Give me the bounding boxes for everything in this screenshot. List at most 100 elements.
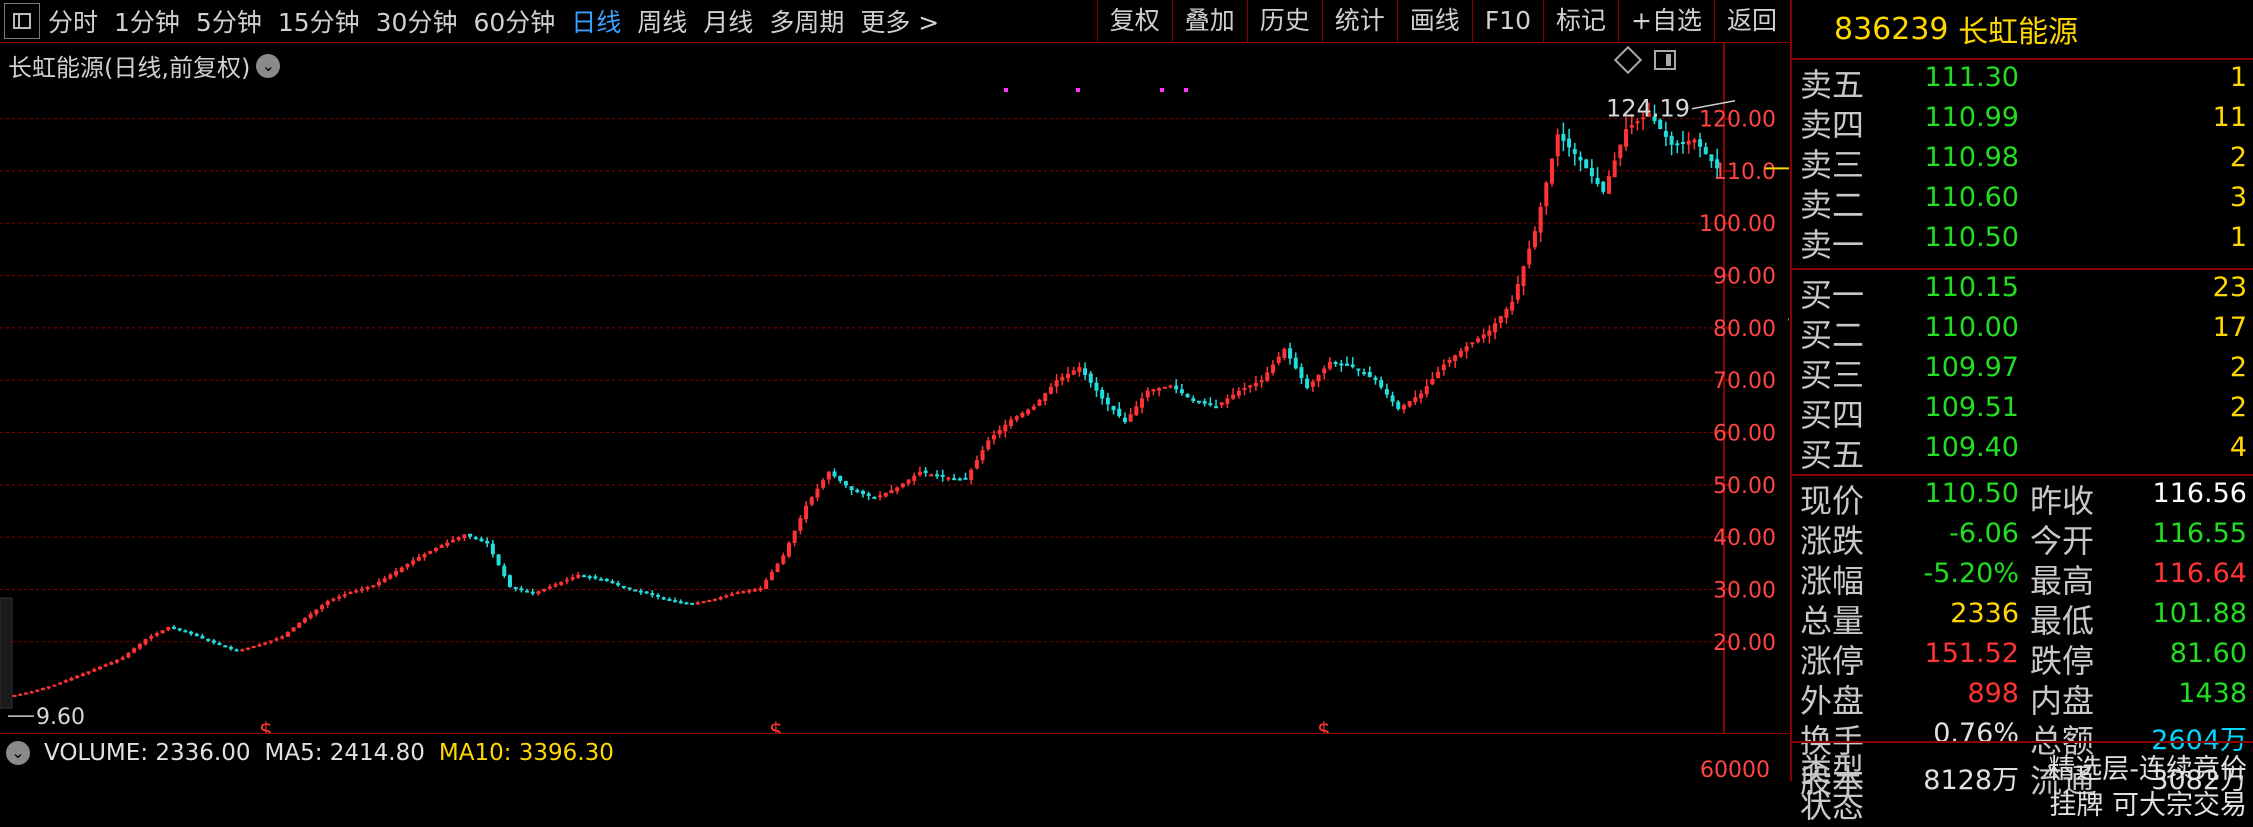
candle-body — [41, 688, 46, 691]
volume-axis-label: 60000 — [1700, 758, 1770, 783]
order-book-row[interactable]: 买二 110.00 17 — [1792, 312, 2253, 354]
kline-chart[interactable]: 20.00 30.00 40.00 50.00 60.00 70.00 80.00 90.00… — [0, 42, 1789, 733]
period-tab[interactable]: 30分钟 — [368, 3, 466, 39]
event-dot — [1076, 88, 1080, 92]
order-price: 110.60 — [1924, 182, 2019, 213]
candle-body — [952, 478, 957, 481]
order-book-row[interactable]: 卖三 110.98 2 — [1792, 142, 2253, 184]
candle-body — [445, 542, 450, 546]
candle-body — [730, 593, 735, 596]
dividend-marker: $ — [769, 719, 783, 733]
candle-body — [1430, 378, 1435, 385]
volume-ma5: MA5: 2414.80 — [264, 740, 425, 766]
candle-body — [1447, 359, 1452, 363]
candle-body — [599, 578, 604, 581]
candle-body — [1048, 386, 1053, 394]
tool-button[interactable]: 画线 — [1396, 0, 1472, 42]
period-tab[interactable]: 60分钟 — [465, 3, 563, 39]
candle-body — [1424, 386, 1429, 395]
tool-button[interactable]: 叠加 — [1171, 0, 1247, 42]
candle-body — [1367, 371, 1372, 377]
candle-body — [1191, 398, 1196, 402]
period-tab[interactable]: 多周期 — [761, 3, 852, 39]
stat-row: 外盘 898 内盘 1438 — [1792, 678, 2253, 720]
candle-body — [616, 583, 621, 586]
period-tab[interactable]: 月线 — [695, 3, 761, 39]
candle-body — [1310, 381, 1315, 387]
order-book-row[interactable]: 买一 110.15 23 — [1792, 272, 2253, 314]
candle-body — [1584, 159, 1589, 169]
period-tab[interactable]: 分时 — [40, 3, 106, 39]
order-price: 111.30 — [1924, 62, 2019, 93]
candle-body — [1225, 398, 1230, 404]
candle-body — [656, 594, 661, 597]
candle-body — [1117, 408, 1122, 417]
period-tab[interactable]: 更多 > — [852, 3, 947, 39]
candle-body — [826, 471, 831, 480]
candle-body — [1214, 406, 1219, 409]
candle-body — [883, 492, 888, 497]
candle-body — [1265, 372, 1270, 382]
candle-body — [263, 642, 268, 645]
candle-body — [1510, 301, 1515, 311]
candle-body — [1407, 401, 1412, 407]
candle-body — [274, 638, 279, 641]
period-tab[interactable]: 日线 — [563, 3, 629, 39]
order-book-row[interactable]: 卖一 110.50 1 — [1792, 222, 2253, 264]
tool-button[interactable]: F10 — [1471, 0, 1543, 42]
tool-button[interactable]: +自选 — [1618, 0, 1714, 42]
candle-body — [137, 643, 142, 649]
candle-body — [974, 459, 979, 469]
order-book-row[interactable]: 买五 109.40 4 — [1792, 432, 2253, 474]
tool-button[interactable]: 复权 — [1096, 0, 1172, 42]
tool-button[interactable]: 标记 — [1543, 0, 1618, 42]
candle-body — [530, 591, 535, 594]
tool-button[interactable]: 历史 — [1246, 0, 1322, 42]
chevron-down-icon[interactable]: ⌄ — [6, 741, 30, 765]
period-tab[interactable]: 5分钟 — [188, 3, 270, 39]
candle-body — [627, 587, 632, 590]
y-tick-label: 120.00 — [1699, 108, 1776, 133]
candle-body — [97, 666, 102, 670]
order-book-row[interactable]: 买三 109.97 2 — [1792, 352, 2253, 394]
candle-body — [804, 505, 809, 520]
period-tab[interactable]: 1分钟 — [106, 3, 188, 39]
candle-body — [741, 591, 746, 594]
candle-body — [1567, 138, 1572, 148]
candle-body — [439, 544, 444, 548]
order-book-row[interactable]: 卖四 110.99 11 — [1792, 102, 2253, 144]
candle-body — [280, 636, 285, 639]
candle-body — [240, 649, 245, 652]
stat-value: 0.76% — [1933, 718, 2019, 749]
order-book-row[interactable]: 买四 109.51 2 — [1792, 392, 2253, 434]
candle-body — [690, 602, 695, 605]
candle-body — [1088, 373, 1093, 383]
candle-body — [1527, 248, 1532, 265]
y-tick-label: 70.00 — [1713, 369, 1776, 394]
tool-button[interactable]: 统计 — [1321, 0, 1397, 42]
tool-button[interactable]: 返回 — [1713, 0, 1789, 42]
order-volume: 17 — [2212, 312, 2247, 343]
candle-body — [246, 647, 251, 650]
y-tick-label: 30.00 — [1713, 578, 1776, 603]
panel-toggle-icon[interactable] — [4, 3, 40, 39]
candle-body — [764, 580, 769, 589]
volume-value: VOLUME: 2336.00 — [44, 740, 251, 766]
period-tab[interactable]: 15分钟 — [270, 3, 368, 39]
candle-body — [394, 571, 399, 576]
period-tab[interactable]: 周线 — [629, 3, 695, 39]
candle-body — [661, 597, 666, 600]
candle-body — [798, 518, 803, 531]
order-volume: 23 — [2212, 272, 2247, 303]
candle-body — [200, 635, 205, 639]
candle-body — [1698, 139, 1703, 147]
candle-body — [1504, 308, 1509, 318]
candle-body — [1521, 266, 1526, 287]
candle-body — [786, 543, 791, 557]
order-book-row[interactable]: 卖二 110.60 3 — [1792, 182, 2253, 224]
candle-body — [1663, 131, 1668, 137]
candle-body — [712, 598, 717, 601]
candle-body — [1487, 330, 1492, 336]
stock-code: 836239 — [1834, 11, 1949, 47]
order-book-row[interactable]: 卖五 111.30 1 — [1792, 62, 2253, 104]
